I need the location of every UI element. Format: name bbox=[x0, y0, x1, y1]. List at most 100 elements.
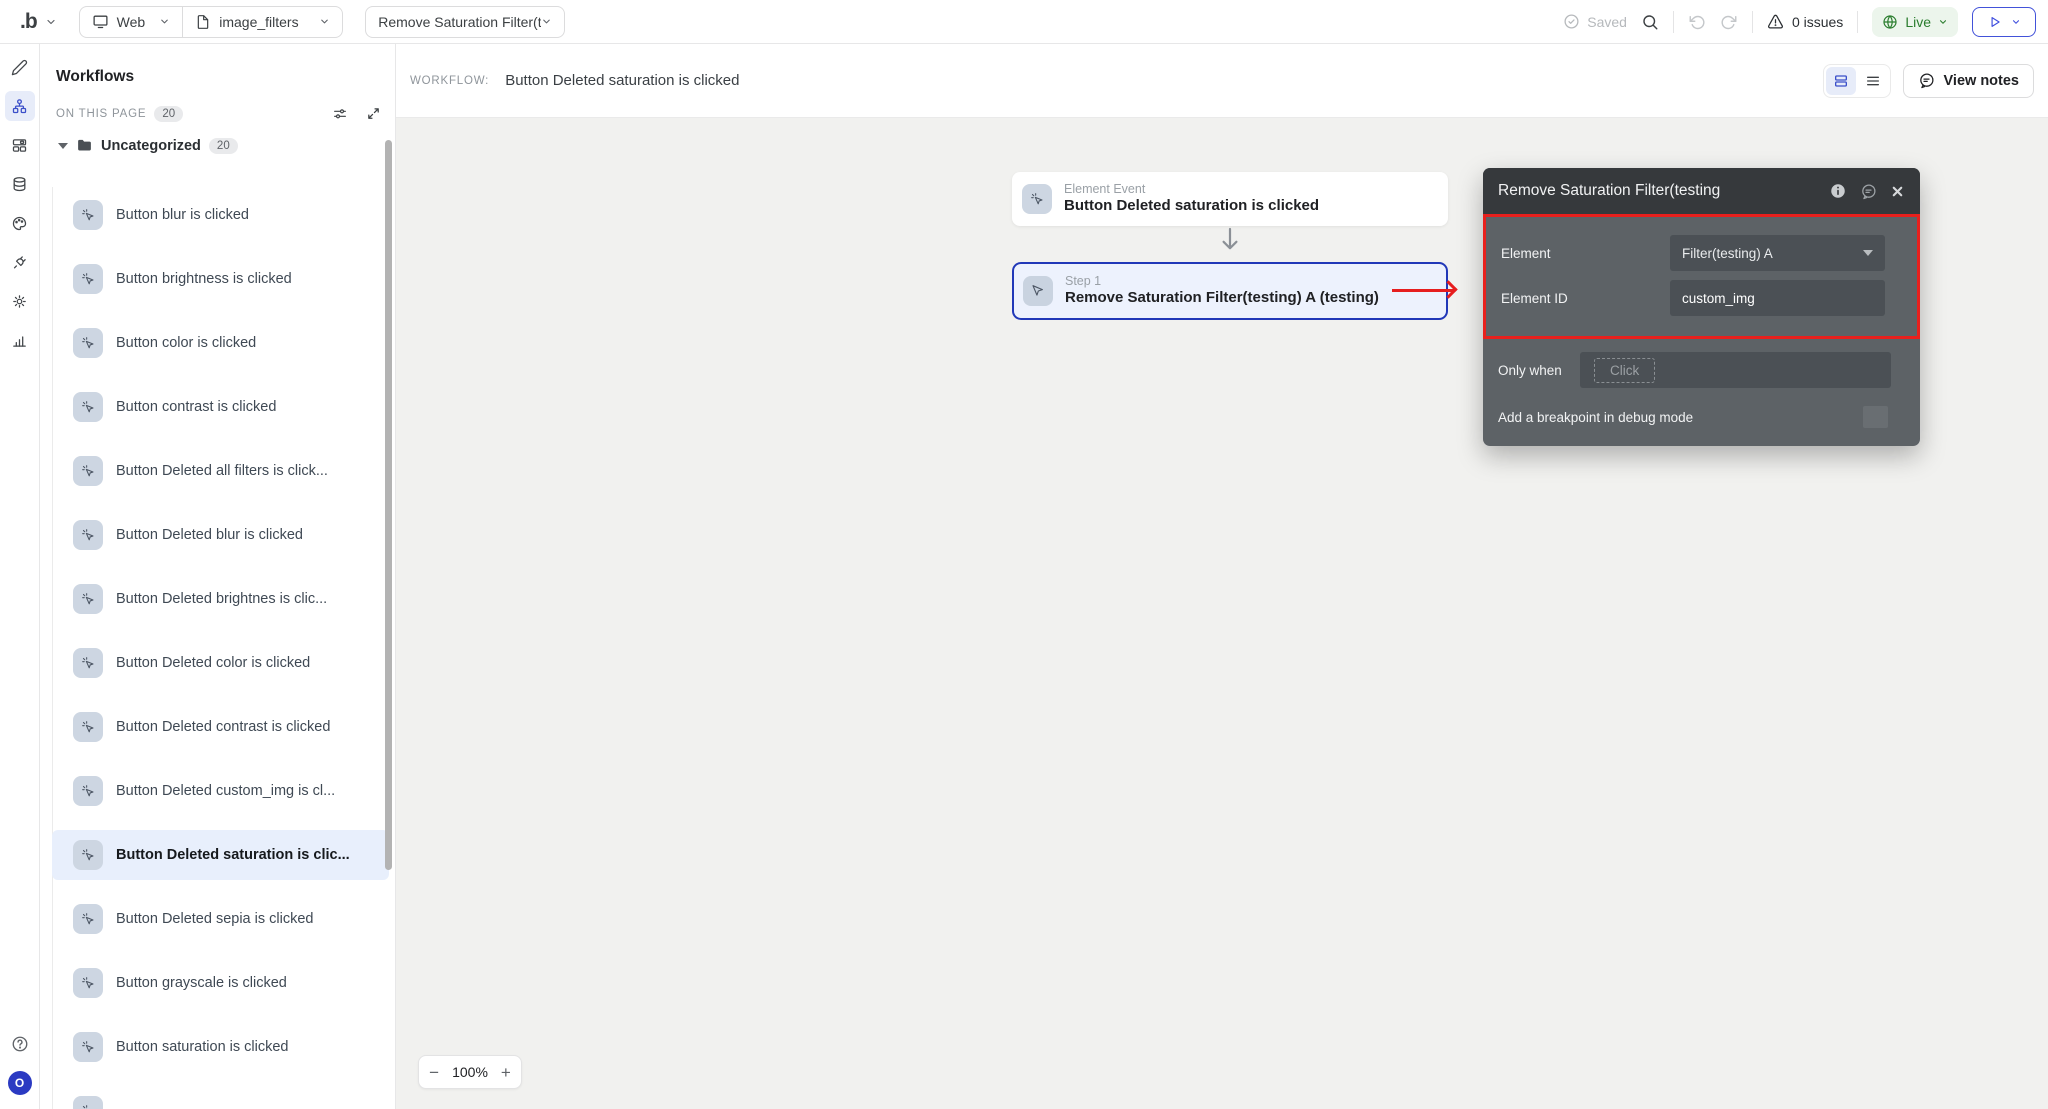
cursor-pointer-icon bbox=[1023, 276, 1053, 306]
workflow-item-label: Button Deleted brightnes is clic... bbox=[116, 591, 328, 607]
cursor-click-icon bbox=[73, 392, 103, 422]
workflows-scrollbar[interactable] bbox=[385, 140, 392, 870]
event-card-title: Button Deleted saturation is clicked bbox=[1064, 197, 1320, 215]
element-dropdown[interactable]: Filter(testing) A bbox=[1670, 235, 1885, 271]
gear-icon bbox=[11, 293, 28, 310]
workflow-list-item[interactable]: Button Deleted blur is clicked bbox=[40, 503, 395, 567]
issues-button[interactable]: 0 issues bbox=[1767, 13, 1843, 30]
warning-triangle-icon bbox=[1767, 13, 1784, 30]
card-view-button[interactable] bbox=[1825, 66, 1856, 95]
workflow-list-item[interactable]: Button Deleted contrast is clicked bbox=[40, 695, 395, 759]
zoom-out-button[interactable]: − bbox=[429, 1064, 439, 1081]
rail-logs-tab[interactable] bbox=[5, 325, 35, 355]
cursor-click-icon bbox=[73, 200, 103, 230]
info-icon[interactable] bbox=[1829, 182, 1847, 200]
rail-design-tab[interactable] bbox=[5, 52, 35, 82]
event-card[interactable]: Element Event Button Deleted saturation … bbox=[1012, 172, 1448, 226]
platform-dropdown[interactable]: Web bbox=[80, 7, 183, 37]
cursor-click-icon bbox=[73, 840, 103, 870]
close-icon[interactable] bbox=[1890, 184, 1905, 199]
workflow-item-label: Button saturation is clicked bbox=[116, 1039, 289, 1055]
folder-icon bbox=[76, 137, 93, 154]
workflow-list-item[interactable]: Button Deleted all filters is click... bbox=[40, 439, 395, 503]
breakpoint-row: Add a breakpoint in debug mode bbox=[1498, 406, 1920, 428]
workflow-list-item[interactable]: Button color is clicked bbox=[40, 311, 395, 375]
bubble-logo[interactable]: .b bbox=[20, 10, 38, 34]
action-properties-panel: Remove Saturation Filter(testing Element bbox=[1483, 168, 1920, 446]
help-button[interactable] bbox=[5, 1029, 35, 1059]
cursor-click-icon bbox=[73, 520, 103, 550]
workflow-header-label: WORKFLOW: bbox=[410, 74, 490, 87]
check-circle-icon bbox=[1563, 13, 1580, 30]
workflow-list-item[interactable]: Button Deleted saturation is clic... bbox=[40, 823, 395, 887]
live-version-button[interactable]: Live bbox=[1872, 6, 1958, 37]
list-view-button[interactable] bbox=[1858, 67, 1888, 95]
filter-sliders-icon[interactable] bbox=[332, 106, 348, 122]
page-dropdown[interactable]: image_filters bbox=[182, 6, 342, 37]
event-card-kind: Element Event bbox=[1064, 181, 1146, 196]
element-dropdown-value: Filter(testing) A bbox=[1682, 245, 1773, 261]
view-mode-toggle bbox=[1822, 63, 1891, 98]
workflow-list-item[interactable]: Button saturation is clicked bbox=[40, 1015, 395, 1079]
toolbar-right-group: Saved 0 issues Live bbox=[1563, 6, 2036, 37]
cursor-click-icon bbox=[73, 584, 103, 614]
workflow-selector-dropdown[interactable]: Remove Saturation Filter(t... bbox=[365, 5, 566, 38]
properties-panel-header[interactable]: Remove Saturation Filter(testing bbox=[1483, 168, 1920, 214]
only-when-input[interactable]: Click bbox=[1580, 352, 1891, 388]
globe-icon bbox=[1882, 14, 1898, 30]
zoom-in-button[interactable]: + bbox=[501, 1064, 511, 1081]
rail-plugins-tab[interactable] bbox=[5, 247, 35, 277]
preview-run-button[interactable] bbox=[1972, 6, 2036, 37]
workflow-list-item[interactable]: Button Deleted brightnes is clic... bbox=[40, 567, 395, 631]
rail-workflow-tab[interactable] bbox=[4, 91, 35, 121]
cursor-click-icon bbox=[1022, 184, 1052, 214]
canvas-header: WORKFLOW: Button Deleted saturation is c… bbox=[396, 44, 2048, 118]
workflow-list-item[interactable]: Button grayscale is clicked bbox=[40, 951, 395, 1015]
view-notes-button[interactable]: View notes bbox=[1902, 63, 2034, 98]
issues-label: 0 issues bbox=[1791, 13, 1844, 30]
platform-page-switcher: Web image_filters bbox=[78, 5, 344, 38]
workflow-item-label: Button Deleted all filters is click... bbox=[116, 463, 328, 479]
workflow-item-label: Button Deleted custom_img is cl... bbox=[116, 783, 336, 799]
element-field-label: Element bbox=[1501, 245, 1551, 261]
pencil-icon bbox=[11, 59, 28, 76]
workflow-item-label: Button brightness is clicked bbox=[116, 271, 292, 287]
user-avatar[interactable]: O bbox=[7, 1071, 32, 1095]
toolbar-divider bbox=[1672, 10, 1674, 33]
rail-settings-tab[interactable] bbox=[5, 286, 35, 316]
workflow-header-title: Button Deleted saturation is clicked bbox=[505, 72, 740, 89]
workflow-list-item[interactable] bbox=[40, 1079, 395, 1109]
undo-icon[interactable] bbox=[1688, 13, 1706, 31]
redo-icon[interactable] bbox=[1720, 13, 1738, 31]
rail-data-tab[interactable] bbox=[5, 169, 35, 199]
workflow-list-item[interactable]: Button contrast is clicked bbox=[40, 375, 395, 439]
workflow-list-item[interactable]: Button Deleted color is clicked bbox=[40, 631, 395, 695]
components-icon bbox=[11, 137, 28, 154]
view-notes-label: View notes bbox=[1943, 72, 2019, 89]
workflow-list-item[interactable]: Button Deleted sepia is clicked bbox=[40, 887, 395, 951]
step-card-selected[interactable]: Step 1 Remove Saturation Filter(testing)… bbox=[1012, 262, 1448, 320]
play-icon bbox=[1988, 15, 2002, 29]
panel-lower-section: Only when Click Add a breakpoint in debu… bbox=[1483, 339, 1920, 446]
element-id-field-label: Element ID bbox=[1501, 290, 1568, 306]
breakpoint-checkbox[interactable] bbox=[1863, 406, 1888, 428]
workflow-item-label: Button Deleted color is clicked bbox=[116, 655, 311, 671]
cursor-click-icon bbox=[73, 904, 103, 934]
workflow-item-label: Button Deleted sepia is clicked bbox=[116, 911, 314, 927]
element-id-input[interactable]: custom_img bbox=[1670, 280, 1885, 316]
comment-bubble-icon[interactable] bbox=[1860, 183, 1877, 200]
workflow-list-item[interactable]: Button brightness is clicked bbox=[40, 247, 395, 311]
cursor-click-icon bbox=[73, 776, 103, 806]
workflow-canvas[interactable]: WORKFLOW: Button Deleted saturation is c… bbox=[396, 44, 2048, 1109]
palette-icon bbox=[11, 215, 28, 232]
workflow-list-item[interactable]: Button blur is clicked bbox=[40, 183, 395, 247]
expand-panel-icon[interactable] bbox=[366, 106, 381, 122]
workflow-list-item[interactable]: Button Deleted custom_img is cl... bbox=[40, 759, 395, 823]
folder-uncategorized[interactable]: Uncategorized 20 bbox=[40, 137, 395, 154]
search-icon[interactable] bbox=[1641, 13, 1659, 31]
rail-styles-tab[interactable] bbox=[5, 208, 35, 238]
logo-chevron-down-icon[interactable] bbox=[45, 16, 57, 28]
cursor-click-icon bbox=[73, 712, 103, 742]
workflow-item-label: Button Deleted contrast is clicked bbox=[116, 719, 331, 735]
rail-components-tab[interactable] bbox=[5, 130, 35, 160]
